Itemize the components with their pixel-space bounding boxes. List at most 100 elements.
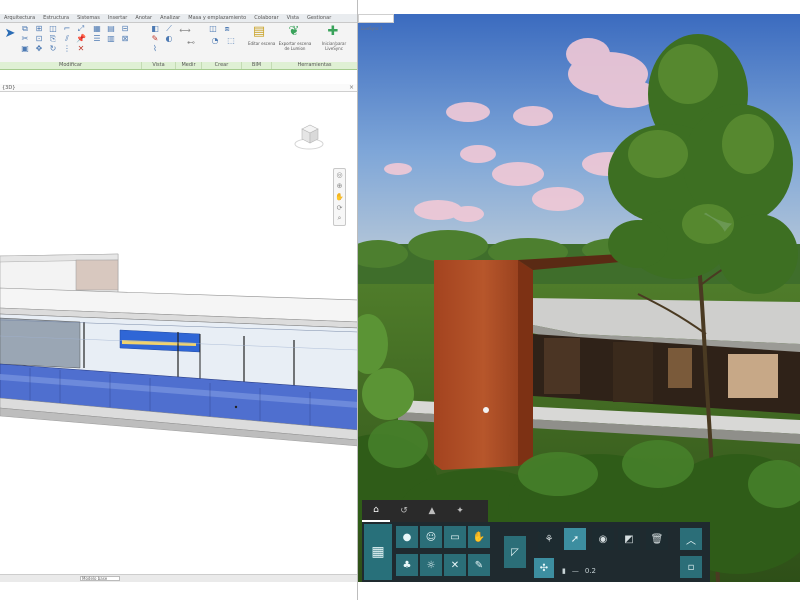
status-bar: Modelo base [0, 574, 357, 582]
cut-icon[interactable]: ✂ [20, 35, 30, 43]
panel-label: BIM [242, 62, 272, 69]
trash-icon[interactable]: 🗑 [646, 528, 668, 550]
move-icon[interactable]: ✥ [34, 45, 44, 53]
mode-tabs: ⌂ ↺ ▲ ✦ [362, 500, 488, 522]
ribbon-tab[interactable]: Vista [283, 14, 303, 22]
panel-label: Herramientas [272, 62, 357, 69]
hand-icon[interactable]: ✋ [468, 526, 490, 548]
tool-readout: ▮ — 0.2 [562, 564, 612, 578]
split-icon[interactable]: ⫽ [62, 35, 72, 43]
ribbon-panel-labels: Modificar Vista Medir Crear BIM Herramie… [0, 62, 357, 70]
select-icon[interactable]: ◩ [618, 528, 640, 550]
document-tab-label: {3D} [2, 85, 16, 91]
lumion-window-tab[interactable]: LiveSync 1 [358, 14, 394, 31]
document-tab[interactable]: {3D} × [0, 84, 357, 92]
target-icon[interactable]: ◉ [592, 528, 614, 550]
zoom-icon[interactable]: ⊕ [334, 180, 345, 191]
hide-icon[interactable]: ◧ [150, 25, 160, 33]
ribbon-tab-bar: Arquitectura Estructura Sistemas Inserta… [0, 14, 357, 23]
close-icon[interactable]: × [349, 84, 354, 92]
revit-3d-model[interactable] [0, 240, 358, 470]
ribbon-tab[interactable]: Masa y emplazamiento [184, 14, 250, 22]
panel-label: Medir [176, 62, 202, 69]
override-icon[interactable]: ✎ [150, 35, 160, 43]
side-panel-icon[interactable]: ▫ [680, 556, 702, 578]
bulb-icon[interactable]: ☼ [420, 554, 442, 576]
filter-icon[interactable]: ▥ [106, 35, 116, 43]
delete-icon[interactable]: ✕ [76, 45, 86, 53]
create-similar-icon[interactable]: ⬚ [226, 37, 236, 45]
navigation-bar[interactable]: ◎ ⊕ ✋ ⟳ ⌕ [333, 168, 346, 226]
orbit-icon[interactable]: ⟳ [334, 202, 345, 213]
mirror-icon[interactable]: ◫ [48, 25, 58, 33]
zoom-fit-icon[interactable]: ⌕ [334, 213, 345, 224]
create-group-icon[interactable]: ◔ [210, 37, 220, 45]
place-icon[interactable]: ➚ [564, 528, 586, 550]
ribbon-tab[interactable]: Estructura [39, 14, 73, 22]
thin-lines-icon[interactable]: ⌇ [150, 45, 160, 53]
snap-icon[interactable]: ✣ [534, 558, 554, 578]
visibility-icon[interactable]: ◐ [164, 35, 174, 43]
droplet-icon[interactable]: ● [396, 526, 418, 548]
tree-icon[interactable]: ♣ [396, 554, 418, 576]
bim-caption: Editar escena [248, 41, 276, 46]
create-parts-icon[interactable]: ⧈ [222, 25, 232, 33]
steering-wheel-icon[interactable]: ◎ [334, 169, 345, 180]
bim-icon[interactable]: ▤ [251, 23, 267, 39]
home-icon[interactable]: ⌂ [362, 500, 390, 522]
light-icon[interactable]: ⚘ [538, 528, 560, 550]
panel-label: Modificar [0, 62, 142, 69]
pen-icon[interactable]: ✎ [468, 554, 490, 576]
lumion-export-icon[interactable]: ❦ [286, 23, 302, 39]
collapse-up-icon[interactable]: ︿ [680, 528, 702, 550]
lumion-window: LiveSync 1 [358, 14, 800, 582]
measure-icon[interactable]: ⟷ [179, 27, 190, 35]
join-icon[interactable]: ⧉ [20, 25, 30, 33]
match-icon[interactable]: ⊟ [120, 25, 130, 33]
car-icon[interactable]: ▭ [444, 526, 466, 548]
refresh-icon[interactable]: ↺ [390, 500, 418, 522]
cursor-arrow-icon[interactable]: ➤ [2, 25, 18, 41]
placement-icon[interactable]: ◸ [504, 536, 526, 568]
ribbon-tab[interactable]: Arquitectura [0, 14, 39, 22]
minus-icon[interactable]: — [572, 567, 579, 575]
select-all-icon[interactable]: ⊠ [120, 35, 130, 43]
ribbon-tab[interactable]: Colaborar [250, 14, 282, 22]
ribbon-tab[interactable]: Anotar [131, 14, 156, 22]
tools-icon[interactable]: ✕ [444, 554, 466, 576]
scale-icon[interactable]: ⤢ [76, 25, 86, 33]
height-icon: ▮ [562, 567, 566, 575]
export-caption: Exportar escena de Lumion [278, 41, 312, 51]
level-icon[interactable]: ☰ [92, 35, 102, 43]
group-icon[interactable]: ▤ [106, 25, 116, 33]
offset-icon[interactable]: ⊡ [34, 35, 44, 43]
ribbon-tab[interactable]: Sistemas [73, 14, 104, 22]
landscape-icon[interactable]: ▲ [418, 500, 446, 522]
create-assembly-icon[interactable]: ◫ [208, 25, 218, 33]
dimension-icon[interactable]: ⊷ [186, 39, 196, 47]
align-icon[interactable]: ⊞ [34, 25, 44, 33]
linework-icon[interactable]: ⟋ [164, 25, 174, 33]
array-icon[interactable]: ⋮ [62, 45, 72, 53]
person-icon[interactable]: ☺ [420, 526, 442, 548]
viewcube-icon[interactable] [294, 121, 324, 151]
panel-label: Vista [142, 62, 176, 69]
livesync-icon[interactable]: ✚ [325, 23, 341, 39]
lumion-tool-panel: ⌂ ↺ ▲ ✦ ▦ ● ☺ ▭ ✋ ♣ ☼ ✕ ✎ ◸ ⚘ ➚ ◉ ◩ 🗑 ✣ … [362, 500, 710, 582]
ribbon-tab[interactable]: Gestionar [303, 14, 335, 22]
copy-icon[interactable]: ⎘ [48, 35, 58, 43]
ribbon-tab[interactable]: Analizar [156, 14, 184, 22]
pan-icon[interactable]: ✋ [334, 191, 345, 202]
rotate-icon[interactable]: ↻ [48, 45, 58, 53]
revit-window: Arquitectura Estructura Sistemas Inserta… [0, 0, 358, 600]
grid-icon[interactable]: ▦ [92, 25, 102, 33]
object-library-icon[interactable]: ▦ [364, 524, 392, 580]
ribbon-tab[interactable]: Insertar [104, 14, 131, 22]
pin-icon[interactable]: 📌 [76, 35, 86, 43]
paint-icon[interactable]: ▣ [20, 45, 30, 53]
model-selector-label: Modelo base [82, 576, 108, 581]
sparkle-icon[interactable]: ✦ [446, 500, 474, 522]
lumion-3d-viewport[interactable] [358, 14, 800, 582]
trim-icon[interactable]: ⌐ [62, 25, 72, 33]
livesync-caption: Iniciar/parar LiveSync [321, 41, 347, 51]
